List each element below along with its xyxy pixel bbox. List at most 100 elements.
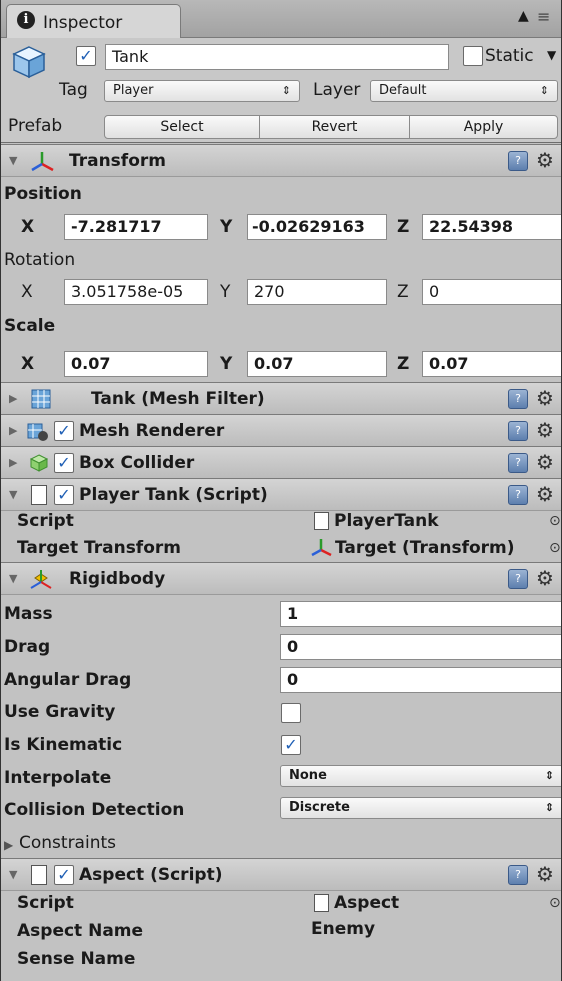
- drag-field[interactable]: 0: [280, 634, 561, 660]
- script-file-icon: [314, 512, 329, 530]
- rigidbody-header[interactable]: ▼ Rigidbody ? ⚙: [1, 562, 561, 595]
- active-checkbox[interactable]: ✓: [76, 46, 96, 66]
- script-file-icon: [314, 894, 329, 912]
- interpolate-dropdown[interactable]: None ⇕: [280, 765, 561, 787]
- mesh-renderer-header[interactable]: ▶ ✓ Mesh Renderer ? ⚙: [1, 414, 561, 447]
- prefab-revert-button[interactable]: Revert: [259, 115, 410, 139]
- rotation-y-field[interactable]: 270: [247, 279, 387, 305]
- is-kinematic-label: Is Kinematic: [4, 735, 123, 755]
- script-icon: [31, 865, 47, 885]
- rotation-label: Rotation: [4, 250, 76, 270]
- mass-field[interactable]: 1: [280, 601, 561, 627]
- player-tank-title: Player Tank (Script): [79, 485, 268, 505]
- help-icon[interactable]: ?: [508, 151, 528, 171]
- gear-icon[interactable]: ⚙: [536, 386, 554, 410]
- object-picker-icon[interactable]: ⊙: [549, 513, 561, 529]
- position-z-field[interactable]: 22.54398: [422, 214, 561, 240]
- mesh-filter-header[interactable]: ▶ Tank (Mesh Filter) ? ⚙: [1, 382, 561, 415]
- collision-detection-label: Collision Detection: [4, 800, 185, 820]
- collision-detection-value: Discrete: [289, 800, 350, 815]
- help-icon[interactable]: ?: [508, 865, 528, 885]
- rotation-x-label: X: [21, 282, 33, 302]
- aspect-name-label: Aspect Name: [17, 921, 144, 941]
- tag-dropdown[interactable]: Player ⇕: [104, 80, 300, 102]
- gear-icon[interactable]: ⚙: [536, 566, 554, 590]
- transform-axes-icon: [31, 152, 54, 172]
- transform-header[interactable]: ▼ Transform ? ⚙: [1, 144, 561, 177]
- object-picker-icon[interactable]: ⊙: [549, 540, 561, 556]
- gear-icon[interactable]: ⚙: [536, 418, 554, 442]
- fold-open-icon[interactable]: ▼: [9, 488, 17, 501]
- object-name-field[interactable]: Tank: [105, 44, 449, 70]
- mass-label: Mass: [4, 604, 53, 624]
- rotation-x-field[interactable]: 3.051758e-05: [64, 279, 208, 305]
- constraints-fold-icon[interactable]: ▶: [4, 838, 13, 852]
- script-value[interactable]: PlayerTank: [334, 511, 439, 531]
- player-tank-header[interactable]: ▼ ✓ Player Tank (Script) ? ⚙: [1, 478, 561, 511]
- interpolate-value: None: [289, 768, 327, 783]
- mesh-renderer-checkbox[interactable]: ✓: [54, 421, 74, 441]
- object-picker-icon[interactable]: ⊙: [549, 895, 561, 911]
- transform-body: Position X -7.281717 Y -0.02629163 Z 22.…: [1, 177, 561, 347]
- constraints-label[interactable]: Constraints: [19, 833, 116, 853]
- help-icon[interactable]: ?: [508, 453, 528, 473]
- gear-icon[interactable]: ⚙: [536, 482, 554, 506]
- script-icon: [31, 485, 47, 505]
- use-gravity-label: Use Gravity: [4, 702, 116, 722]
- fold-open-icon[interactable]: ▼: [9, 154, 17, 167]
- tab-inspector[interactable]: i Inspector: [6, 4, 181, 38]
- aspect-header[interactable]: ▼ ✓ Aspect (Script) ? ⚙: [1, 858, 561, 891]
- layer-dropdown[interactable]: Default ⇕: [370, 80, 558, 102]
- aspect-title: Aspect (Script): [79, 865, 223, 885]
- dropdown-arrow-icon: ⇕: [544, 769, 554, 782]
- fold-closed-icon[interactable]: ▶: [9, 456, 17, 469]
- scale-label: Scale: [4, 316, 56, 336]
- player-tank-body: Script PlayerTank ⊙ Target Transform Tar…: [1, 511, 561, 562]
- gear-icon[interactable]: ⚙: [536, 862, 554, 886]
- tag-value: Player: [113, 83, 154, 98]
- help-icon[interactable]: ?: [508, 389, 528, 409]
- prefab-apply-button[interactable]: Apply: [409, 115, 558, 139]
- box-collider-checkbox[interactable]: ✓: [54, 453, 74, 473]
- collision-detection-dropdown[interactable]: Discrete ⇕: [280, 797, 561, 819]
- help-icon[interactable]: ?: [508, 569, 528, 589]
- tab-bar: i Inspector ▲ ≡: [1, 0, 561, 38]
- position-z-label: Z: [397, 217, 410, 237]
- fold-open-icon[interactable]: ▼: [9, 572, 17, 585]
- player-tank-checkbox[interactable]: ✓: [54, 485, 74, 505]
- gear-icon[interactable]: ⚙: [536, 450, 554, 474]
- scale-y-field[interactable]: 0.07: [247, 351, 387, 377]
- aspect-checkbox[interactable]: ✓: [54, 865, 74, 885]
- fold-closed-icon[interactable]: ▶: [9, 392, 17, 405]
- rotation-z-field[interactable]: 0: [422, 279, 561, 305]
- tab-label: Inspector: [43, 13, 123, 33]
- scale-x-field[interactable]: 0.07: [64, 351, 208, 377]
- mesh-renderer-icon: [27, 423, 48, 441]
- help-icon[interactable]: ?: [508, 485, 528, 505]
- box-collider-header[interactable]: ▶ ✓ Box Collider ? ⚙: [1, 446, 561, 479]
- lock-icon[interactable]: ▲: [518, 8, 529, 24]
- position-y-field[interactable]: -0.02629163: [247, 214, 387, 240]
- use-gravity-checkbox[interactable]: [281, 703, 301, 723]
- static-checkbox[interactable]: [463, 46, 483, 66]
- target-transform-value[interactable]: Target (Transform): [335, 538, 515, 558]
- fold-closed-icon[interactable]: ▶: [9, 424, 17, 437]
- help-icon[interactable]: ?: [508, 421, 528, 441]
- rigidbody-body: Mass 1 Drag 0 Angular Drag 0 Use Gravity…: [1, 595, 561, 855]
- aspect-name-value[interactable]: Enemy: [311, 919, 375, 939]
- scale-z-field[interactable]: 0.07: [422, 351, 561, 377]
- position-x-field[interactable]: -7.281717: [64, 214, 208, 240]
- rigidbody-title: Rigidbody: [69, 569, 166, 589]
- is-kinematic-checkbox[interactable]: ✓: [281, 735, 301, 755]
- layer-value: Default: [379, 83, 427, 98]
- menu-icon[interactable]: ≡: [537, 7, 550, 26]
- aspect-script-value[interactable]: Aspect: [334, 893, 399, 913]
- tag-label: Tag: [59, 80, 88, 100]
- fold-open-icon[interactable]: ▼: [9, 868, 17, 881]
- aspect-body: Script Aspect ⊙ Aspect Name Enemy Sense …: [1, 891, 561, 981]
- rotation-y-label: Y: [220, 282, 231, 302]
- angular-drag-field[interactable]: 0: [280, 667, 561, 693]
- static-dropdown-icon[interactable]: ▼: [547, 48, 556, 62]
- prefab-select-button[interactable]: Select: [104, 115, 260, 139]
- gear-icon[interactable]: ⚙: [536, 148, 554, 172]
